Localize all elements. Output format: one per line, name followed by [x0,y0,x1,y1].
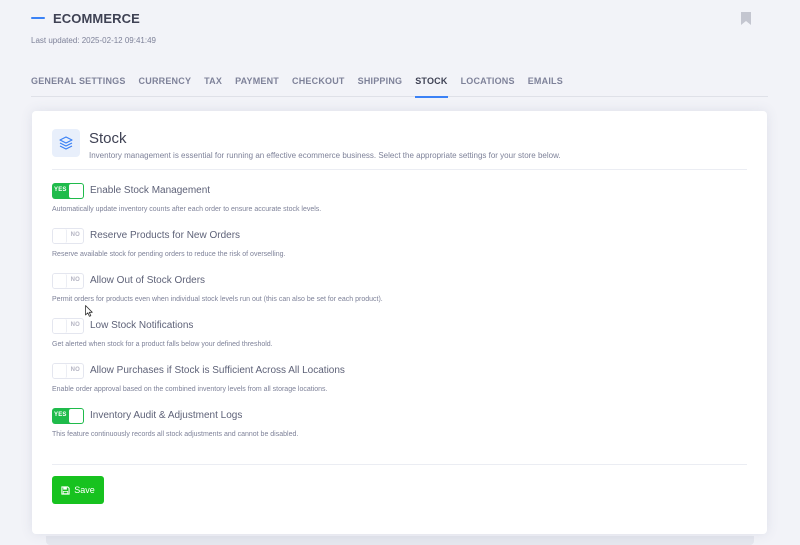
title-accent-bar [31,17,45,19]
tab-currency[interactable]: CURRENCY [139,70,192,97]
toggle-state-label: NO [70,277,80,283]
page-header: ECOMMERCE Last updated: 2025-02-12 09:41… [31,8,760,48]
section-header: Stock Inventory management is essential … [52,129,747,169]
option-label: Allow Out of Stock Orders [90,275,206,286]
section-description: Inventory management is essential for ru… [89,151,561,160]
reserve-products-toggle[interactable]: NO [52,228,84,244]
toggle-knob [69,184,83,198]
inventory-audit-logs-toggle[interactable]: YES [52,408,84,424]
save-button-label: Save [74,485,95,495]
allow-purchases-all-locations-toggle[interactable]: NO [52,363,84,379]
floppy-disk-icon [61,485,70,495]
tab-shipping[interactable]: SHIPPING [358,70,403,97]
toggle-knob [53,364,67,378]
section-title: Stock [89,130,127,147]
tab-payment[interactable]: PAYMENT [235,70,279,97]
option-help-text: Permit orders for products even when ind… [52,296,383,303]
tab-general-settings[interactable]: GENERAL SETTINGS [31,70,126,97]
option-allow-out-of-stock-orders: NO Allow Out of Stock Orders Permit orde… [52,273,747,313]
stock-settings-card: Stock Inventory management is essential … [32,111,767,534]
option-label: Low Stock Notifications [90,320,194,331]
low-stock-notifications-toggle[interactable]: NO [52,318,84,334]
option-enable-stock-management: YES Enable Stock Management Automaticall… [52,183,747,223]
allow-out-of-stock-toggle[interactable]: NO [52,273,84,289]
last-updated-text: Last updated: 2025-02-12 09:41:49 [31,36,156,45]
toggle-state-label: YES [54,187,67,193]
section-divider [52,169,747,170]
toggle-knob [69,409,83,423]
toggle-state-label: NO [70,322,80,328]
option-help-text: Reserve available stock for pending orde… [52,251,286,258]
card-backdrop [46,536,754,545]
layers-icon [52,129,80,157]
toggle-state-label: YES [54,412,67,418]
option-allow-purchases-all-locations: NO Allow Purchases if Stock is Sufficien… [52,363,747,403]
option-help-text: Automatically update inventory counts af… [52,206,322,213]
option-help-text: This feature continuously records all st… [52,431,299,438]
tab-locations[interactable]: LOCATIONS [461,70,515,97]
save-button[interactable]: Save [52,476,104,504]
bookmark-icon[interactable] [741,12,751,25]
option-label: Allow Purchases if Stock is Sufficient A… [90,365,345,376]
toggle-knob [53,319,67,333]
option-inventory-audit-logs: YES Inventory Audit & Adjustment Logs Th… [52,408,747,448]
option-help-text: Get alerted when stock for a product fal… [52,341,273,348]
settings-tabs: GENERAL SETTINGS CURRENCY TAX PAYMENT CH… [31,70,768,98]
tab-stock[interactable]: STOCK [415,70,448,98]
tab-tax[interactable]: TAX [204,70,222,97]
option-label: Inventory Audit & Adjustment Logs [90,410,243,421]
option-reserve-products: NO Reserve Products for New Orders Reser… [52,228,747,268]
option-label: Enable Stock Management [90,185,211,196]
option-label: Reserve Products for New Orders [90,230,241,241]
option-low-stock-notifications: NO Low Stock Notifications Get alerted w… [52,318,747,358]
toggle-knob [53,229,67,243]
page-title: ECOMMERCE [53,10,140,26]
toggle-state-label: NO [70,232,80,238]
footer-divider [52,464,747,465]
mouse-pointer-icon [85,305,93,317]
toggle-state-label: NO [70,367,80,373]
option-help-text: Enable order approval based on the combi… [52,386,328,393]
enable-stock-management-toggle[interactable]: YES [52,183,84,199]
toggle-knob [53,274,67,288]
tab-checkout[interactable]: CHECKOUT [292,70,345,97]
tab-emails[interactable]: EMAILS [528,70,563,97]
